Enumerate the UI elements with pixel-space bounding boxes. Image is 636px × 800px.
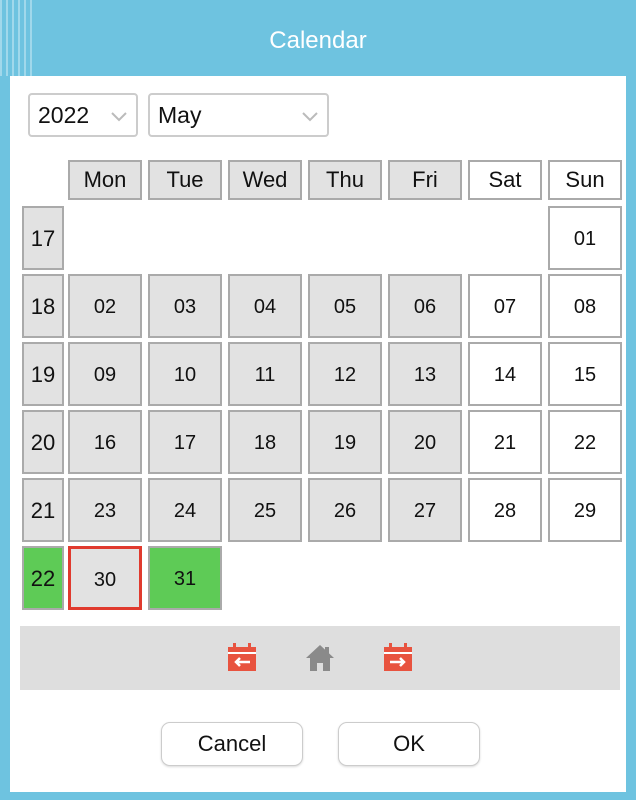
- month-select[interactable]: May: [148, 93, 329, 137]
- week-number-19[interactable]: 19: [22, 342, 64, 406]
- day-cell-23[interactable]: 23: [68, 478, 142, 542]
- ok-button[interactable]: OK: [338, 722, 480, 766]
- week-number-20[interactable]: 20: [22, 410, 64, 474]
- day-cell-03[interactable]: 03: [148, 274, 222, 338]
- weekday-header-mon: Mon: [68, 160, 142, 200]
- calendar-prev-icon[interactable]: [226, 643, 258, 673]
- day-cell-25[interactable]: 25: [228, 478, 302, 542]
- day-cell-11[interactable]: 11: [228, 342, 302, 406]
- day-cell-14[interactable]: 14: [468, 342, 542, 406]
- day-cell-24[interactable]: 24: [148, 478, 222, 542]
- day-cell-01[interactable]: 01: [548, 206, 622, 270]
- weekday-header-wed: Wed: [228, 160, 302, 200]
- week-number-18[interactable]: 18: [22, 274, 64, 338]
- home-icon[interactable]: [304, 643, 336, 673]
- day-cell-26[interactable]: 26: [308, 478, 382, 542]
- day-cell-02[interactable]: 02: [68, 274, 142, 338]
- day-cell-13[interactable]: 13: [388, 342, 462, 406]
- weekday-header-sat: Sat: [468, 160, 542, 200]
- day-cell-18[interactable]: 18: [228, 410, 302, 474]
- chevron-down-icon: [111, 112, 127, 122]
- week-number-22[interactable]: 22: [22, 546, 64, 610]
- day-cell-27[interactable]: 27: [388, 478, 462, 542]
- weekday-header-thu: Thu: [308, 160, 382, 200]
- day-cell-10[interactable]: 10: [148, 342, 222, 406]
- cancel-button[interactable]: Cancel: [161, 722, 303, 766]
- day-cell-28[interactable]: 28: [468, 478, 542, 542]
- day-cell-29[interactable]: 29: [548, 478, 622, 542]
- day-cell-07[interactable]: 07: [468, 274, 542, 338]
- day-cell-22[interactable]: 22: [548, 410, 622, 474]
- day-cell-12[interactable]: 12: [308, 342, 382, 406]
- dialog-title: Calendar: [269, 27, 367, 54]
- weekday-header-sun: Sun: [548, 160, 622, 200]
- day-cell-17[interactable]: 17: [148, 410, 222, 474]
- year-select-value: 2022: [38, 102, 90, 128]
- day-cell-20[interactable]: 20: [388, 410, 462, 474]
- day-cell-31[interactable]: 31: [148, 546, 222, 610]
- day-cell-08[interactable]: 08: [548, 274, 622, 338]
- year-select[interactable]: 2022: [28, 93, 138, 137]
- day-cell-16[interactable]: 16: [68, 410, 142, 474]
- month-select-value: May: [158, 102, 202, 128]
- navigation-bar: [20, 626, 620, 690]
- day-cell-04[interactable]: 04: [228, 274, 302, 338]
- day-cell-30[interactable]: 30: [68, 546, 142, 610]
- day-cell-05[interactable]: 05: [308, 274, 382, 338]
- day-cell-06[interactable]: 06: [388, 274, 462, 338]
- week-number-21[interactable]: 21: [22, 478, 64, 542]
- day-cell-19[interactable]: 19: [308, 410, 382, 474]
- day-cell-09[interactable]: 09: [68, 342, 142, 406]
- chevron-down-icon: [302, 112, 318, 122]
- day-cell-15[interactable]: 15: [548, 342, 622, 406]
- weekday-header-fri: Fri: [388, 160, 462, 200]
- week-number-17[interactable]: 17: [22, 206, 64, 270]
- day-cell-21[interactable]: 21: [468, 410, 542, 474]
- weekday-header-tue: Tue: [148, 160, 222, 200]
- calendar-next-icon[interactable]: [382, 643, 414, 673]
